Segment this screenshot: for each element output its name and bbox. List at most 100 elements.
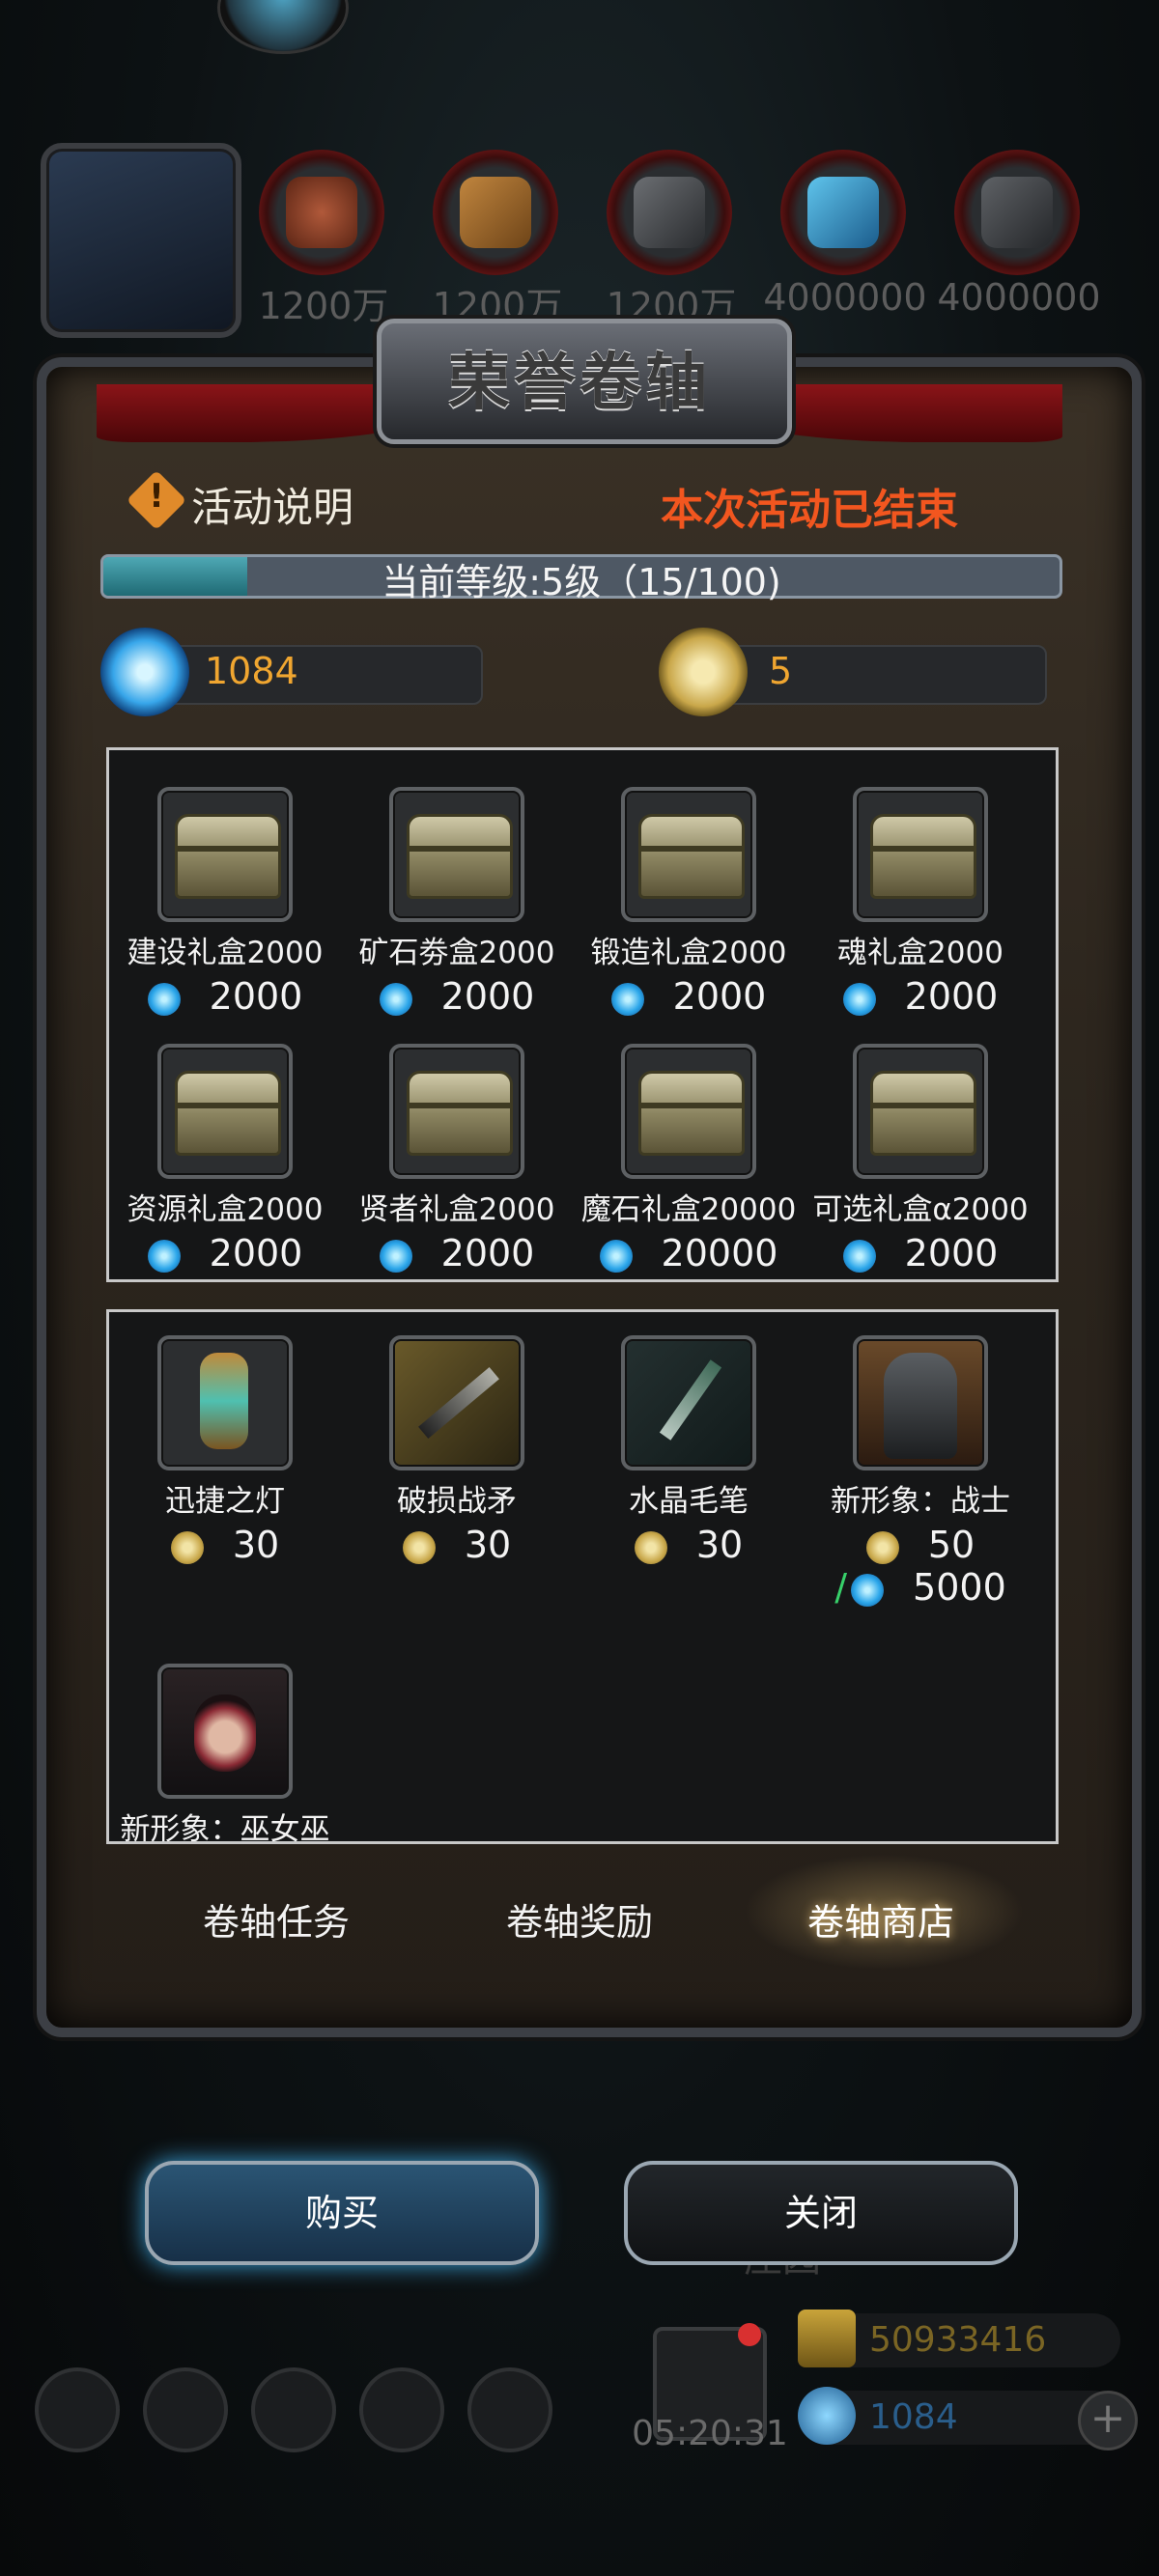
- shop-item[interactable]: 破损战矛 30: [341, 1335, 573, 1566]
- shop-item[interactable]: 矿石劵盒2000 2000: [341, 787, 573, 1018]
- warrior-helmet-icon: [884, 1353, 957, 1459]
- shop-item[interactable]: 迅捷之灯 30: [109, 1335, 341, 1566]
- gem-currency-box: [145, 645, 483, 705]
- coin-icon: [634, 1530, 667, 1564]
- lantern-icon: [200, 1353, 248, 1449]
- item-name: 迅捷之灯: [165, 1484, 285, 1519]
- item-name: 水晶毛笔: [629, 1484, 749, 1519]
- coin-icon: [865, 1530, 899, 1564]
- iron-icon: [634, 177, 705, 248]
- chest-icon: [638, 1071, 745, 1156]
- shop-item[interactable]: 魂礼盒2000 2000: [805, 787, 1036, 1018]
- coin-icon: [170, 1530, 204, 1564]
- chest-icon: [870, 1071, 976, 1156]
- gem-icon: [798, 2387, 856, 2445]
- item-price: 30: [695, 1524, 744, 1566]
- item-price: 20000: [661, 1232, 778, 1274]
- shop-item[interactable]: 锻造礼盒2000 2000: [573, 787, 805, 1018]
- chest-icon: [870, 814, 976, 899]
- coin-icon: [659, 628, 748, 716]
- item-name: 可选礼盒α2000: [812, 1192, 1029, 1227]
- item-name: 资源礼盒2000: [127, 1192, 324, 1227]
- add-gems-icon[interactable]: +: [1078, 2391, 1138, 2450]
- mail-icon[interactable]: [359, 2367, 444, 2452]
- gem-icon: [379, 982, 412, 1016]
- chest-icon: [638, 814, 745, 899]
- tab-scroll-tasks[interactable]: 卷轴任务: [131, 1892, 421, 1946]
- gem-icon: [147, 1239, 181, 1273]
- gem-icon: [851, 1573, 885, 1607]
- item-name: 锻造礼盒2000: [590, 936, 787, 970]
- event-timer: 05:20:31: [632, 2414, 788, 2453]
- item-name: 矿石劵盒2000: [358, 936, 555, 970]
- chest-icon: [175, 814, 281, 899]
- shop-item[interactable]: 贤者礼盒2000 2000: [341, 1044, 573, 1274]
- resource-wood: [433, 150, 558, 275]
- dialog-tabs: 卷轴任务 卷轴奖励 卷轴商店: [145, 1892, 1014, 1960]
- witch-portrait-icon: [194, 1694, 256, 1772]
- chest-icon: [407, 814, 513, 899]
- item-price: 2000: [672, 975, 767, 1018]
- item-price: 2000: [209, 1232, 303, 1274]
- player-portrait[interactable]: [41, 143, 241, 338]
- resource-crystal: [780, 150, 906, 275]
- price-separator: /: [834, 1566, 848, 1609]
- tab-scroll-rewards[interactable]: 卷轴奖励: [435, 1892, 724, 1946]
- gem-icon: [599, 1239, 633, 1273]
- badge-icon[interactable]: [467, 2367, 552, 2452]
- resource-stone: [954, 150, 1080, 275]
- gem-currency-value: 1084: [205, 650, 298, 692]
- gem-icon: [842, 1239, 876, 1273]
- item-price: 2000: [904, 975, 999, 1018]
- item-price: 2000: [209, 975, 303, 1018]
- resource-amount: 4000000: [937, 276, 1101, 319]
- activity-info-link[interactable]: 活动说明: [191, 475, 353, 534]
- resource-amount: 4000000: [763, 276, 927, 319]
- spear-icon: [418, 1367, 499, 1439]
- buy-button[interactable]: 购买: [145, 2161, 539, 2265]
- item-price: 2000: [440, 1232, 535, 1274]
- tab-scroll-shop[interactable]: 卷轴商店: [736, 1892, 1026, 1946]
- shop-item[interactable]: 资源礼盒2000 2000: [109, 1044, 341, 1274]
- exclamation-icon: !: [149, 477, 164, 516]
- item-name: 新形象：战士: [831, 1484, 1010, 1519]
- dialog-title: 荣誉卷轴: [448, 347, 711, 419]
- gem-icon: [379, 1239, 412, 1273]
- gem-icon: [147, 982, 181, 1016]
- item-price: 30: [232, 1524, 280, 1566]
- crystal-brush-icon: [659, 1359, 722, 1441]
- item-price: 2000: [440, 975, 535, 1018]
- item-name: 建设礼盒2000: [127, 936, 324, 970]
- shop-item[interactable]: 新形象：巫女巫: [109, 1664, 341, 1841]
- chest-icon: [175, 1071, 281, 1156]
- gem-icon: [610, 982, 644, 1016]
- wood-icon: [460, 177, 531, 248]
- coin-currency-box: [705, 645, 1047, 705]
- item-price: 30: [464, 1524, 512, 1566]
- item-price: 50: [927, 1524, 975, 1566]
- gem-shop-grid: 建设礼盒2000 2000 矿石劵盒2000 2000 锻造礼盒2000 2000 魂…: [106, 747, 1059, 1282]
- shop-item[interactable]: 魔石礼盒20000 20000: [573, 1044, 805, 1274]
- gem-icon: [842, 982, 876, 1016]
- coin-currency-value: 5: [769, 650, 793, 692]
- coin-shop-grid: 迅捷之灯 30 破损战矛 30 水晶毛笔 30 新形象：战士 50 / 5000 新形象：巫…: [106, 1309, 1059, 1844]
- shop-item[interactable]: 建设礼盒2000 2000: [109, 787, 341, 1018]
- item-name: 破损战矛: [397, 1484, 517, 1519]
- item-price: 2000: [904, 1232, 999, 1274]
- gem-icon: [100, 628, 189, 716]
- meat-icon: [286, 177, 357, 248]
- item-name: 魔石礼盒20000: [580, 1192, 797, 1227]
- book-icon[interactable]: [251, 2367, 336, 2452]
- notification-dot: [738, 2323, 761, 2346]
- star-icon[interactable]: [143, 2367, 228, 2452]
- gold-bars-icon: [798, 2310, 856, 2367]
- shop-item[interactable]: 新形象：战士 50 / 5000: [805, 1335, 1036, 1609]
- close-button[interactable]: 关闭: [624, 2161, 1018, 2265]
- item-alt-price: 5000: [913, 1566, 1006, 1609]
- gem-amount: 1084: [869, 2397, 958, 2437]
- shop-item[interactable]: 水晶毛笔 30: [573, 1335, 805, 1566]
- settings-icon[interactable]: [35, 2367, 120, 2452]
- level-text: 当前等级:5级（15/100): [382, 561, 781, 603]
- crystal-icon: [807, 177, 879, 248]
- shop-item[interactable]: 可选礼盒α2000 2000: [805, 1044, 1036, 1274]
